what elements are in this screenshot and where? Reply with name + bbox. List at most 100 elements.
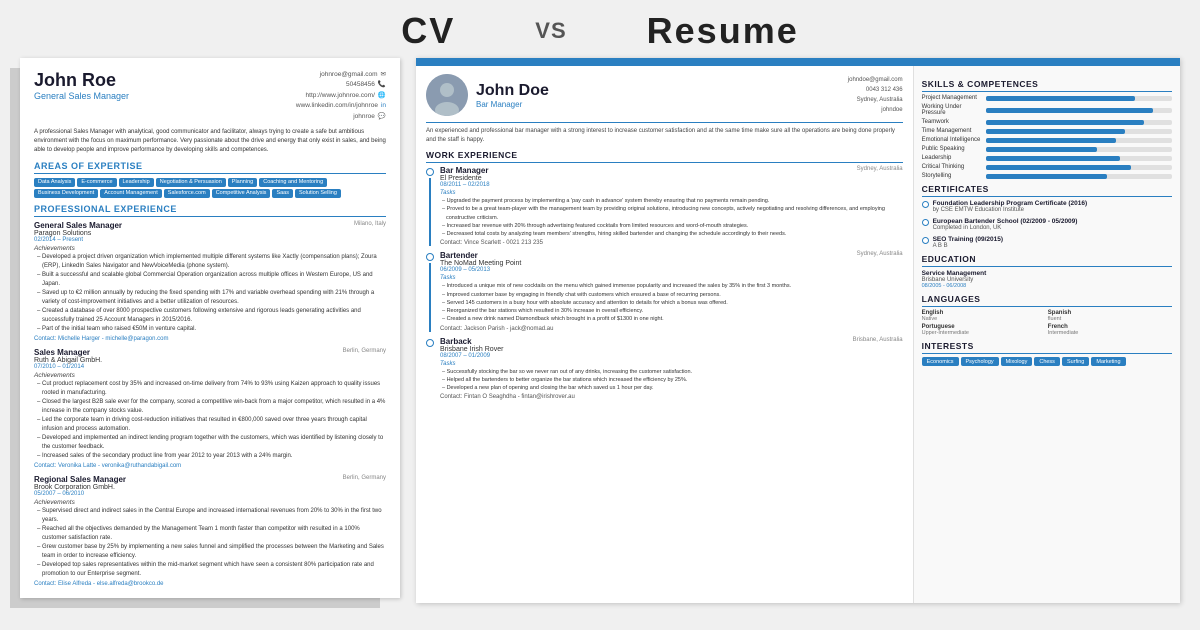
- cv-achievements-label: Achievements: [34, 372, 386, 379]
- cert-title: SEO Training (09/2015): [933, 236, 1003, 243]
- cv-tag: Competitive Analysis: [212, 189, 271, 198]
- skill-item: Project Management: [922, 95, 1172, 101]
- avatar-image: [426, 74, 468, 116]
- cv-bullet: – Closed the largest B2B sale ever for t…: [34, 398, 386, 416]
- cv-job-title: General Sales Manager: [34, 91, 129, 101]
- interest-tag: Mixology: [1001, 357, 1033, 366]
- cert-subtitle: by CSE EMTW Education Institute: [933, 207, 1088, 213]
- cert-dot: [922, 219, 929, 226]
- skill-item: Leadership: [922, 155, 1172, 161]
- work-dot: [426, 168, 434, 176]
- cv-achievements-label: Achievements: [34, 499, 386, 506]
- lang-level: Upper-Intermediate: [922, 330, 1046, 336]
- skill-bar-bg: [986, 165, 1172, 170]
- resume-header: John Doe Bar Manager johndoe@gmail.com 0…: [426, 74, 903, 116]
- skill-bar-fill: [986, 165, 1131, 170]
- cv-contact-line: Contact: Veronika Latte - veronika@rutha…: [34, 463, 386, 469]
- edu-title: Service Management: [922, 270, 1172, 277]
- interest-tag: Marketing: [1091, 357, 1125, 366]
- resume-work-entry: Brisbane, AustraliaBarback Brisbane Iris…: [426, 337, 903, 401]
- cv-tag: E-commerce: [77, 178, 116, 187]
- cert-item: Foundation Leadership Program Certificat…: [922, 200, 1172, 213]
- resume-wrapper: John Doe Bar Manager johndoe@gmail.com 0…: [416, 58, 1180, 603]
- interest-tag: Surfing: [1062, 357, 1089, 366]
- cv-tag: Planning: [228, 178, 257, 187]
- skill-item: Working Under Pressure: [922, 104, 1172, 116]
- work-company: El Presidente: [440, 175, 903, 182]
- skill-name: Emotional Intelligence: [922, 137, 982, 143]
- lang-item: Portuguese Upper-Intermediate: [922, 324, 1046, 336]
- work-bullet: – Increased bar revenue with 20% through…: [440, 222, 903, 230]
- cv-tag: Saas: [272, 189, 293, 198]
- work-dot-col: [426, 251, 434, 331]
- skill-name: Project Management: [922, 95, 982, 101]
- work-location: Brisbane, Australia: [853, 337, 903, 343]
- cv-tags-container: Data AnalysisE-commerceLeadershipNegotia…: [34, 178, 386, 198]
- skill-name: Critical Thinking: [922, 164, 982, 170]
- cv-tag: Business Development: [34, 189, 98, 198]
- cert-title: Foundation Leadership Program Certificat…: [933, 200, 1088, 207]
- resume-body: John Doe Bar Manager johndoe@gmail.com 0…: [416, 66, 1180, 603]
- cv-bullet: – Created a database of over 8000 prospe…: [34, 307, 386, 325]
- cv-job-dates: 07/2010 – 01/2014: [34, 364, 386, 370]
- resume-top-bar: [416, 58, 1180, 66]
- cert-subtitle: Completed in London, UK: [933, 225, 1078, 231]
- page-header: CV VS Resume: [0, 0, 1200, 58]
- work-bullet: – Served 145 customers in a busy hour wi…: [440, 299, 903, 307]
- work-bullet: – Upgraded the payment process by implem…: [440, 197, 903, 205]
- skill-bar-fill: [986, 174, 1107, 179]
- skill-bar-fill: [986, 138, 1116, 143]
- resume-social: johndoe: [848, 105, 903, 115]
- cv-name: John Roe: [34, 70, 129, 91]
- resume-contact-info: johndoe@gmail.com 0043 312 436 Sydney, A…: [848, 75, 903, 116]
- resume-work-entry: Sydney, AustraliaBar Manager El Presiden…: [426, 166, 903, 246]
- work-contact: Contact: Jackson Parish - jack@nomad.au: [440, 326, 903, 332]
- cv-experience-title: PROFESSIONAL EXPERIENCE: [34, 204, 386, 217]
- cv-bullet: – Saved up to €2 million annually by red…: [34, 289, 386, 307]
- work-bullet: – Reorganized the bar stations which res…: [440, 307, 903, 315]
- interest-tag: Economics: [922, 357, 959, 366]
- work-company: The NoMad Meeting Point: [440, 260, 903, 267]
- skype-icon: 💬: [378, 112, 386, 122]
- resume-interests-list: EconomicsPsychologyMixologyChessSurfingM…: [922, 357, 1172, 366]
- skill-name: Working Under Pressure: [922, 104, 982, 116]
- cv-header: John Roe General Sales Manager johnroe@g…: [34, 70, 386, 122]
- skill-item: Emotional Intelligence: [922, 137, 1172, 143]
- cv-wrapper: John Roe General Sales Manager johnroe@g…: [20, 58, 400, 598]
- work-title: Bar Manager: [440, 166, 488, 175]
- resume-work-title: WORK EXPERIENCE: [426, 150, 903, 163]
- cv-contact-line: Contact: Elise Alfreda - else.alfreda@br…: [34, 581, 386, 587]
- work-dot-col: [426, 337, 434, 401]
- skill-item: Teamwork: [922, 119, 1172, 125]
- resume-label: Resume: [647, 10, 799, 52]
- resume-skills-list: Project Management Working Under Pressur…: [922, 95, 1172, 179]
- cv-tag: Negotiation & Persuasion: [156, 178, 226, 187]
- cv-contact-info: johnroe@gmail.com ✉ 50458456 📞 http://ww…: [296, 70, 386, 122]
- cv-job-location: Berlin, Germany: [343, 475, 386, 481]
- work-title: Bartender: [440, 251, 478, 260]
- work-bullet: – Successfully stocking the bar so we ne…: [440, 368, 903, 376]
- cert-content: SEO Training (09/2015) A B B: [933, 236, 1003, 249]
- skill-name: Storytelling: [922, 173, 982, 179]
- skill-bar-fill: [986, 147, 1098, 152]
- work-bullet: – Improved customer base by engaging in …: [440, 291, 903, 299]
- work-line: [429, 263, 431, 331]
- work-tasks-label: Tasks: [440, 275, 903, 281]
- cv-job-dates: 02/2014 – Present: [34, 237, 386, 243]
- lang-item: English Native: [922, 310, 1046, 322]
- avatar: [426, 74, 468, 116]
- skill-name: Public Speaking: [922, 146, 982, 152]
- skill-name: Time Management: [922, 128, 982, 134]
- skill-bar-bg: [986, 147, 1172, 152]
- resume-email: johndoe@gmail.com: [848, 75, 903, 85]
- work-bullet: – Decreased total costs by analyzing tea…: [440, 230, 903, 238]
- interest-tag: Chess: [1034, 357, 1060, 366]
- cv-skype: johnroe: [353, 112, 375, 122]
- work-dot: [426, 339, 434, 347]
- cv-bullet: – Developed a project driven organizatio…: [34, 253, 386, 271]
- work-content: Sydney, AustraliaBartender The NoMad Mee…: [440, 251, 903, 331]
- resume-certs-title: CERTIFICATES: [922, 184, 1172, 197]
- cv-achievements-label: Achievements: [34, 245, 386, 252]
- resume-work-entry: Sydney, AustraliaBartender The NoMad Mee…: [426, 251, 903, 331]
- skill-bar-bg: [986, 129, 1172, 134]
